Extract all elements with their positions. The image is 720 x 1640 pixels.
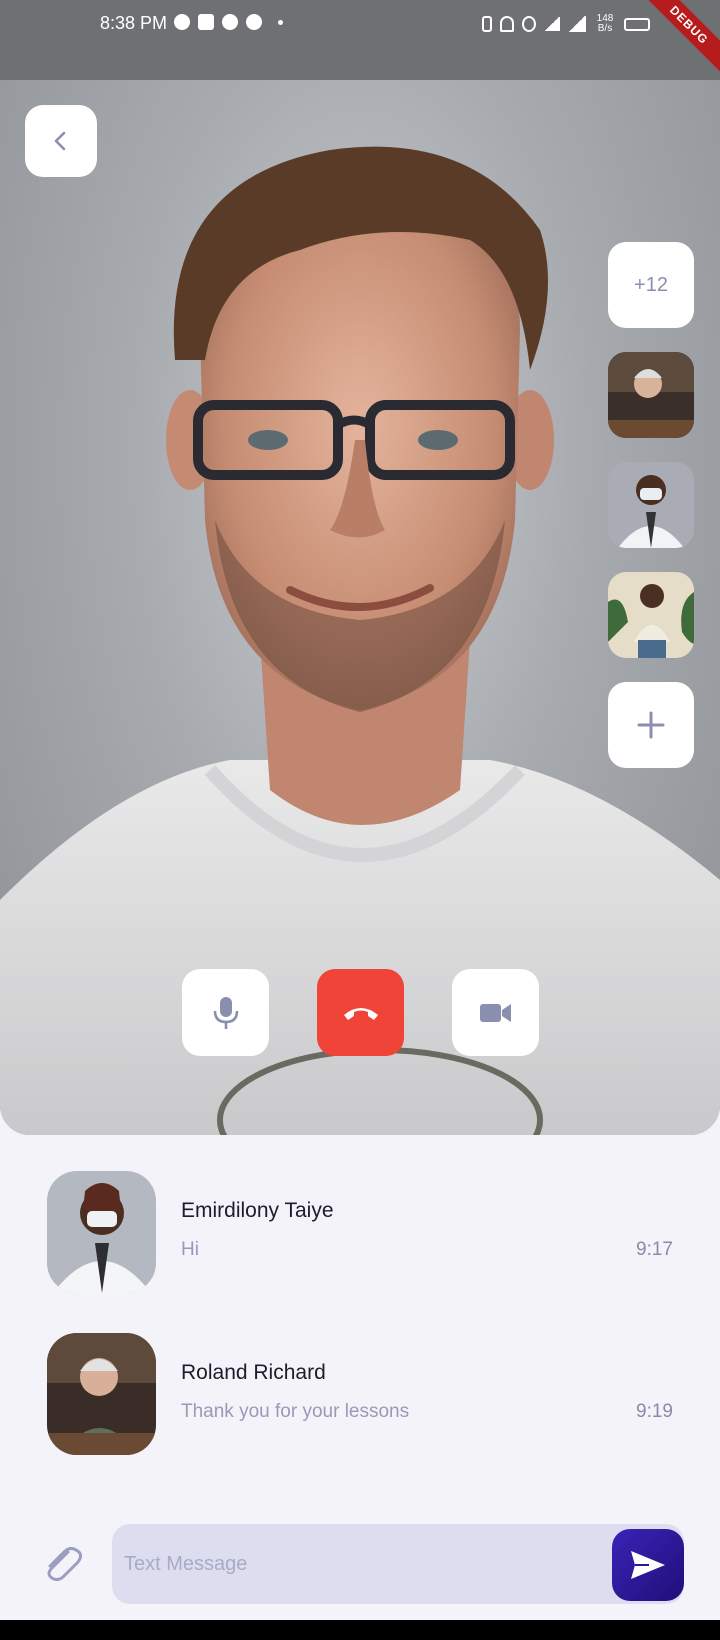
- end-call-button[interactable]: [317, 969, 404, 1056]
- participant-thumbnail[interactable]: [608, 572, 694, 658]
- participant-thumbnail[interactable]: [608, 352, 694, 438]
- contact-name: Roland Richard: [181, 1361, 326, 1384]
- system-navigation-bar: [0, 1620, 720, 1640]
- network-speed: 148 B/s: [596, 13, 614, 34]
- play-icon: [174, 14, 190, 30]
- vibrate-icon: [482, 16, 492, 32]
- send-button[interactable]: [612, 1529, 684, 1601]
- message-preview: Thank you for your lessons: [181, 1401, 410, 1422]
- avatar: [47, 1171, 156, 1293]
- signal-icon: [544, 17, 560, 31]
- chat-message-row[interactable]: Emirdilony Taiye Hi 9:17: [47, 1171, 673, 1295]
- message-input-container: [112, 1524, 684, 1604]
- participants-column: +12: [608, 242, 694, 768]
- message-time: 9:17: [636, 1239, 673, 1260]
- status-time: 8:38 PM: [100, 13, 168, 33]
- battery-icon: [624, 17, 650, 31]
- microphone-icon: [213, 996, 238, 1029]
- avatar-photo: [47, 1333, 156, 1455]
- participant-photo: [608, 352, 694, 438]
- chat-message-row[interactable]: Roland Richard Thank you for your lesson…: [47, 1333, 673, 1457]
- notification-icons: [174, 14, 283, 30]
- video-toggle-button[interactable]: [452, 969, 539, 1056]
- telegram-icon: [222, 14, 238, 30]
- back-button[interactable]: [25, 105, 97, 177]
- participant-thumbnail[interactable]: [608, 462, 694, 548]
- contact-name: Emirdilony Taiye: [181, 1199, 334, 1222]
- message-icon: [198, 14, 214, 30]
- system-icons: 148 B/s: [482, 14, 650, 34]
- attach-button[interactable]: [40, 1542, 84, 1586]
- mute-button[interactable]: [182, 969, 269, 1056]
- main-video-feed: 8:38 PM 148 B/s DEBUG +12: [0, 0, 720, 1135]
- headphones-icon: [500, 16, 514, 32]
- paperclip-icon: [47, 1546, 83, 1582]
- participant-photo: [608, 462, 694, 548]
- add-participant-button[interactable]: [608, 682, 694, 768]
- end-call-icon: [343, 1007, 378, 1020]
- plus-icon: [637, 711, 665, 739]
- signal-4g-icon: [568, 16, 586, 32]
- chevron-left-icon: [54, 131, 66, 151]
- avatar: [47, 1333, 156, 1455]
- send-icon: [631, 1551, 665, 1579]
- call-controls: [182, 969, 539, 1056]
- debug-banner: DEBUG: [635, 0, 720, 79]
- video-call-screen: 8:38 PM 148 B/s DEBUG +12 Emirdilony Tai…: [0, 0, 720, 1620]
- more-dot-icon: [278, 19, 283, 25]
- status-bar: 8:38 PM 148 B/s DEBUG: [0, 0, 720, 80]
- message-input[interactable]: [124, 1524, 604, 1604]
- telegram-icon: [246, 14, 262, 30]
- avatar-photo: [47, 1171, 156, 1293]
- hotspot-icon: [522, 16, 536, 32]
- participant-photo: [608, 572, 694, 658]
- message-preview: Hi: [181, 1239, 199, 1260]
- more-participants-button[interactable]: +12: [608, 242, 694, 328]
- message-time: 9:19: [636, 1401, 673, 1422]
- video-camera-icon: [479, 1003, 511, 1022]
